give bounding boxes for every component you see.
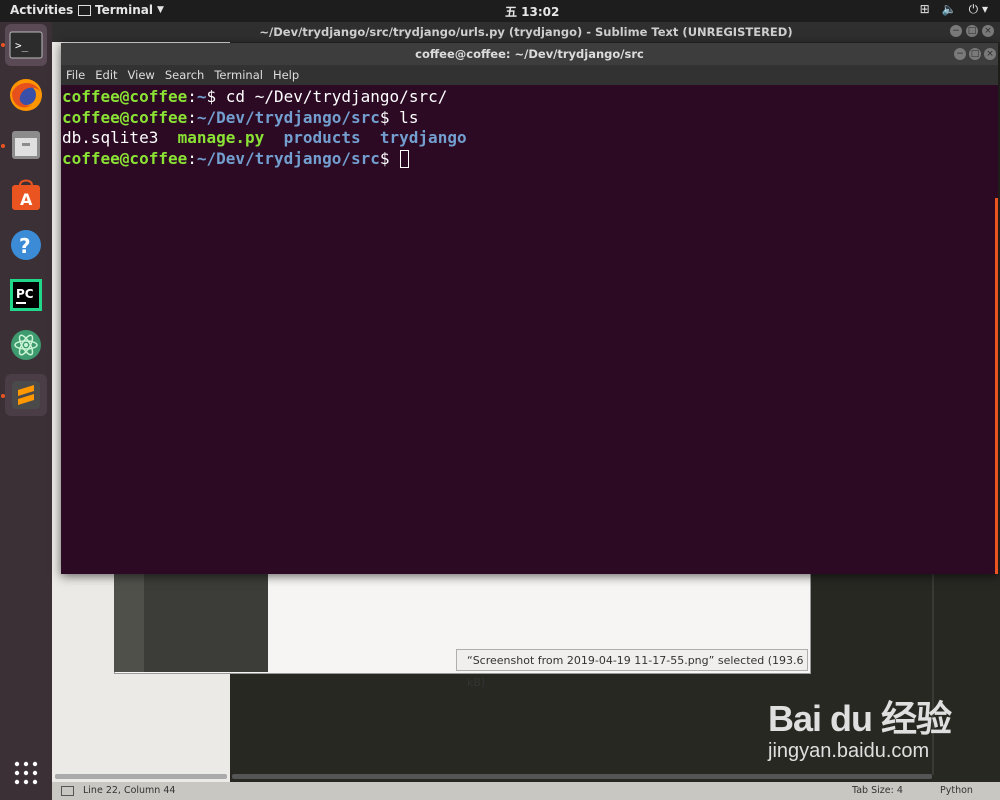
power-icon[interactable]: ⏻ ▾: [969, 2, 988, 17]
help-icon[interactable]: ?: [5, 224, 47, 266]
svg-text:?: ?: [19, 234, 31, 258]
prompt-path: ~/Dev/trydjango/src: [196, 107, 380, 127]
file-manager-sidebar[interactable]: [144, 560, 268, 672]
prompt-dollar: $: [379, 107, 390, 127]
app-menu-label: Terminal: [95, 3, 154, 17]
prompt-user: coffee@coffee: [62, 148, 188, 168]
terminal-output[interactable]: coffee@coffee:~$ cd ~/Dev/trydjango/src/…: [62, 85, 996, 575]
app-menu[interactable]: Terminal ▼: [78, 3, 164, 17]
minimize-icon[interactable]: −: [954, 48, 966, 60]
editor-scrollbar[interactable]: [232, 774, 932, 779]
prompt-dollar: $: [379, 148, 390, 168]
baidu-watermark: Bai du 经验 jingyan.baidu.com: [768, 690, 952, 763]
svg-text:>_: >_: [15, 39, 29, 52]
console-icon[interactable]: [61, 786, 74, 796]
menu-search[interactable]: Search: [165, 68, 205, 82]
maximize-icon[interactable]: □: [966, 25, 978, 37]
close-icon[interactable]: ×: [982, 25, 994, 37]
clock[interactable]: 五 13:02: [505, 3, 559, 20]
menu-help[interactable]: Help: [273, 68, 299, 82]
minimize-icon[interactable]: −: [950, 25, 962, 37]
menu-file[interactable]: File: [66, 68, 85, 82]
pycharm-icon[interactable]: PC: [5, 274, 47, 316]
svg-text:A: A: [20, 190, 33, 209]
menu-terminal[interactable]: Terminal: [214, 68, 263, 82]
sublime-window-title: ~/Dev/trydjango/src/trydjango/urls.py (t…: [52, 22, 1000, 42]
sublime-status-bar: Line 22, Column 44 Tab Size: 4 Python: [52, 782, 1000, 800]
baidu-url: jingyan.baidu.com: [768, 740, 930, 762]
tab-size[interactable]: Tab Size: 4: [852, 785, 903, 796]
close-icon[interactable]: ×: [984, 48, 996, 60]
terminal-window[interactable]: coffee@coffee: ~/Dev/trydjango/src − □ ×…: [61, 43, 998, 574]
file-manager-edge: [114, 560, 144, 672]
terminal-line: coffee@coffee:~$ cd ~/Dev/trydjango/src/: [62, 87, 996, 108]
baidu-logo: Bai du 经验: [768, 698, 952, 739]
syntax-label[interactable]: Python: [940, 785, 973, 796]
sublime-window-controls: − □ ×: [950, 25, 994, 37]
menu-edit[interactable]: Edit: [95, 68, 117, 82]
dir-trydjango: trydjango: [379, 128, 467, 147]
prompt-path: ~: [196, 87, 207, 106]
cursor-position: Line 22, Column 44: [83, 785, 176, 796]
activities-button[interactable]: Activities: [10, 3, 73, 17]
sidebar-scrollbar[interactable]: [55, 774, 227, 779]
atom-icon[interactable]: [5, 324, 47, 366]
system-tray[interactable]: ⊞ 🔈 ⏻ ▾: [920, 2, 988, 17]
terminal-title: coffee@coffee: ~/Dev/trydjango/src: [61, 43, 998, 65]
files-icon[interactable]: [5, 124, 47, 166]
ls-output-line: db.sqlite3 manage.py products trydjango: [62, 128, 996, 149]
command-text: ls: [389, 107, 419, 127]
network-icon[interactable]: ⊞: [920, 2, 930, 17]
sublime-text-icon[interactable]: [5, 374, 47, 416]
prompt-dollar: $: [206, 87, 217, 106]
show-applications-icon[interactable]: [5, 752, 47, 794]
text-cursor: [400, 150, 410, 168]
prompt-sep: :: [187, 87, 197, 106]
dir-products: products: [283, 128, 361, 147]
terminal-small-icon: [78, 4, 91, 16]
chevron-down-icon: ▼: [157, 5, 164, 15]
terminal-menubar: File Edit View Search Terminal Help: [61, 65, 998, 85]
firefox-icon[interactable]: [5, 74, 47, 116]
command-text: cd ~/Dev/trydjango/src/: [216, 87, 448, 106]
prompt-user: coffee@coffee: [62, 87, 188, 106]
svg-text:PC: PC: [16, 287, 34, 301]
software-center-icon[interactable]: A: [5, 174, 47, 216]
command-text: [390, 149, 400, 168]
volume-icon[interactable]: 🔈: [942, 2, 957, 17]
selection-status: “Screenshot from 2019-04-19 11-17-55.png…: [456, 649, 808, 689]
prompt-user: coffee@coffee: [62, 107, 188, 127]
maximize-icon[interactable]: □: [969, 48, 981, 60]
terminal-line: coffee@coffee:~/Dev/trydjango/src$: [62, 149, 996, 170]
top-bar: Activities Terminal ▼ 五 13:02 ⊞ 🔈 ⏻ ▾: [0, 0, 1000, 22]
terminal-icon[interactable]: >_: [5, 24, 47, 66]
terminal-scrollbar[interactable]: [995, 198, 998, 574]
dock: >_ A ? PC: [0, 22, 52, 800]
file-manage-py: manage.py: [177, 128, 265, 147]
terminal-line: coffee@coffee:~/Dev/trydjango/src$ ls: [62, 108, 996, 129]
prompt-sep: :: [187, 148, 197, 168]
file-db: db.sqlite3: [62, 128, 159, 147]
prompt-sep: :: [187, 107, 197, 127]
menu-view[interactable]: View: [128, 68, 155, 82]
prompt-path: ~/Dev/trydjango/src: [196, 148, 380, 168]
